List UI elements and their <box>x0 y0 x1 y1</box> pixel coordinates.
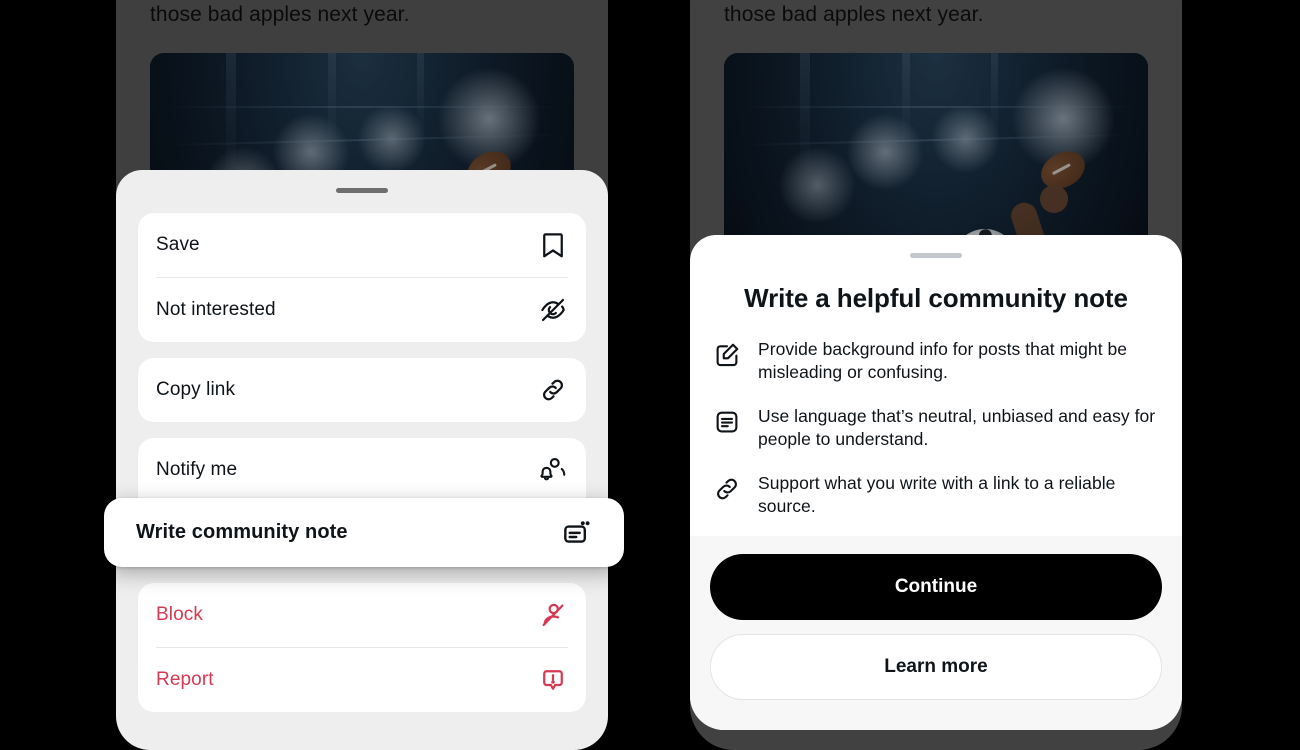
action-row-save[interactable]: Save <box>138 213 586 277</box>
bullet-item: Use language that’s neutral, unbiased an… <box>712 405 1160 451</box>
action-row-copy-link[interactable]: Copy link <box>138 358 586 422</box>
bullet-text: Use language that’s neutral, unbiased an… <box>758 406 1156 449</box>
continue-button[interactable]: Continue <box>710 554 1162 620</box>
report-flag-icon <box>538 665 568 695</box>
action-label: Not interested <box>156 299 276 320</box>
eye-off-icon <box>538 295 568 325</box>
link-icon <box>712 474 742 504</box>
highlight-label: Write community note <box>136 521 348 543</box>
action-group-4: Block Report <box>138 583 586 712</box>
action-label: Notify me <box>156 459 238 480</box>
sheet-grabber-right[interactable] <box>910 253 962 258</box>
action-row-not-interested[interactable]: Not interested <box>138 278 586 342</box>
bullet-item: Support what you write with a link to a … <box>712 472 1160 518</box>
action-label: Copy link <box>156 379 236 400</box>
bullet-text: Provide background info for posts that m… <box>758 339 1128 382</box>
action-row-report[interactable]: Report <box>138 648 586 712</box>
learn-more-button[interactable]: Learn more <box>710 634 1162 700</box>
action-group-1: Save Not interested <box>138 213 586 342</box>
action-row-notify-me[interactable]: Notify me <box>138 438 586 502</box>
share-action-sheet: Save Not interested Copy link Notify me … <box>116 170 608 750</box>
bullet-text: Support what you write with a link to a … <box>758 473 1116 516</box>
community-note-intro-sheet: Write a helpful community note Provide b… <box>690 235 1182 730</box>
bullet-item: Provide background info for posts that m… <box>712 338 1160 384</box>
person-bell-icon <box>538 455 568 485</box>
screenshot-stage: those bad apples next year. 18 <box>0 0 1300 750</box>
action-label: Report <box>156 669 214 690</box>
highlighted-write-community-note[interactable]: Write community note <box>104 498 624 567</box>
community-note-icon <box>560 517 592 549</box>
sheet-title: Write a helpful community note <box>744 283 1128 313</box>
bookmark-icon <box>538 230 568 260</box>
document-lines-icon <box>712 407 742 437</box>
pencil-square-icon <box>712 340 742 370</box>
action-label: Save <box>156 234 200 255</box>
action-group-2: Copy link <box>138 358 586 422</box>
bullet-list: Provide background info for posts that m… <box>712 338 1160 518</box>
action-label: Block <box>156 604 203 625</box>
sheet-grabber-left[interactable] <box>336 188 388 193</box>
sheet-footer: Continue Learn more <box>690 536 1182 730</box>
person-block-icon <box>538 600 568 630</box>
link-icon <box>538 375 568 405</box>
action-row-block[interactable]: Block <box>138 583 586 647</box>
